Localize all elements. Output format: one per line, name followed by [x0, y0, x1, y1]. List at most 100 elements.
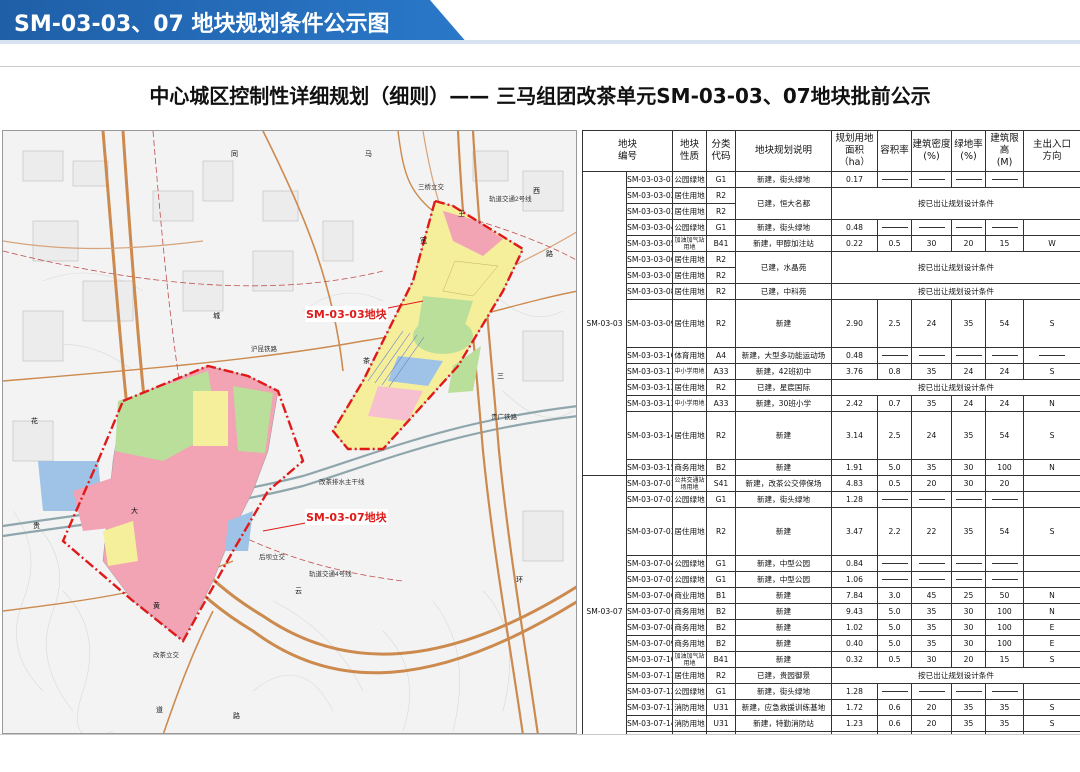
plot-desc-cell: 新建 [735, 635, 833, 652]
table-row: SM-03-03-08 居住用地 R2 已建，中科苑 按已出让规划设计条件 [583, 283, 1080, 300]
th-green: 绿地率 (%) [951, 130, 987, 172]
plot-density-cell: 20 [911, 475, 953, 492]
label-gaicha-ic: 改茶立交 [153, 652, 179, 659]
road-char: 宽 [420, 238, 427, 245]
plot-far-cell: 2.2 [877, 507, 913, 556]
plot-dir-cell [1023, 571, 1080, 588]
plot-far-cell: 5.0 [877, 619, 913, 636]
plot-desc-cell: 新建，街头绿地 [735, 491, 833, 508]
plot-density-cell [911, 571, 953, 588]
plot-desc-cell: 新建 [735, 603, 833, 620]
plot-green-cell: 20 [951, 235, 987, 252]
plot-dir-cell [1023, 171, 1080, 188]
plot-density-cell: 45 [911, 587, 953, 604]
plot-id-cell: SM-03-07-10 [625, 651, 674, 668]
road-char: 大 [131, 508, 138, 515]
dash-mark [991, 355, 1018, 356]
plot-id-cell: SM-03-07-01 [625, 475, 674, 492]
plot-prop-cell: 公园绿地 [672, 683, 708, 700]
plot-code-cell: R2 [706, 379, 737, 396]
dash-mark [955, 691, 982, 692]
plot-id-cell: SM-03-03-08 [625, 283, 674, 300]
plot-far-cell: 3.0 [877, 587, 913, 604]
header-separator [0, 66, 1080, 67]
plot-prop-cell: 商务用地 [672, 603, 708, 620]
plot-far-cell: 0.5 [877, 475, 913, 492]
table-row: SM-03-03-09 居住用地 R2 新建 2.90 2.5 24 35 54 S [583, 299, 1080, 348]
plot-dir-cell: N [1023, 587, 1080, 604]
plot-dir-cell [1023, 475, 1080, 492]
plot-far-cell [877, 683, 913, 700]
plot-prop-cell: 商业用地 [672, 587, 708, 604]
plot-green-cell [951, 683, 987, 700]
plot-code-cell: B2 [706, 635, 737, 652]
table-row: SM-03-03-15 商务用地 B2 新建 1.91 5.0 35 30 100 N [583, 459, 1080, 476]
plot-height-cell: 100 [985, 619, 1025, 636]
dash-mark [991, 563, 1018, 564]
table-row: SM-03-03 SM-03-03-01 公园绿地 G1 新建，街头绿地 0.17 [582, 171, 1080, 476]
plot-green-cell: 35 [951, 715, 987, 732]
plot-area-cell: 0.17 [831, 171, 879, 188]
map-canvas [3, 131, 576, 733]
plot-area-cell: 2.42 [831, 395, 879, 412]
plot-dir-cell [1023, 491, 1080, 508]
dash-mark [881, 579, 908, 580]
plot-code-cell: G1 [706, 491, 737, 508]
plot-desc-cell: 已建，贵园御景 [735, 667, 833, 684]
page-subtitle: 中心城区控制性详细规划（细则）—— 三马组团改茶单元SM-03-03、07地块批… [149, 84, 931, 108]
plot-code-cell: B41 [706, 651, 737, 668]
dash-mark [955, 579, 982, 580]
table-row: SM-03-07-07 商务用地 B2 新建 9.43 5.0 35 30 100 N [583, 603, 1080, 620]
plot-desc-cell: 新建 [735, 459, 833, 476]
label-gaichapaishui: 改茶排水主干线 [319, 479, 365, 486]
table-row: SM-03-07-12 公园绿地 G1 新建，街头绿地 1.28 [583, 683, 1080, 700]
label-block-07: SM-03-07地块 [305, 509, 388, 525]
table-row: SM-03-07-14 消防用地 U31 新建，特勤消防站 1.23 0.6 20 35 35 S [583, 715, 1080, 732]
label-houba: 后坝立交 [259, 554, 285, 561]
table-row: SM-03-03-02 居住用地 R2 已建，恒大名都 按已出让规划设计条件 [583, 187, 1080, 220]
plot-desc-cell: 新建 [735, 587, 833, 604]
plot-code-cell: S41 [706, 475, 737, 492]
plot-area-cell: 3.47 [831, 507, 879, 556]
plot-prop-cell: 居住用地 [672, 187, 708, 204]
plot-height-cell: 35 [985, 715, 1025, 732]
plot-density-cell: 35 [911, 363, 953, 380]
plot-density-cell [911, 555, 953, 572]
dash-mark [918, 179, 945, 180]
plot-height-cell: 54 [985, 299, 1025, 348]
plot-prop-cell: 加油加气站用地 [672, 651, 708, 668]
plot-area-cell: 0.32 [831, 651, 879, 668]
plot-green-cell: 20 [951, 651, 987, 668]
plot-id-cell: SM-03-03-01 [625, 171, 674, 188]
plot-code-cell: G1 [706, 171, 737, 188]
plot-density-cell: 20 [911, 699, 953, 716]
plot-area-cell: 7.84 [831, 587, 879, 604]
dash-mark [991, 227, 1018, 228]
plot-dir-cell: S [1023, 363, 1080, 380]
label-rail2: 轨道交通2号线 [489, 196, 532, 203]
plot-area-cell: 1.72 [831, 699, 879, 716]
plot-id-cell: SM-03-07-12 [625, 683, 674, 700]
plot-far-cell: 0.6 [877, 699, 913, 716]
plot-prop-cell: 居住用地 [672, 203, 708, 220]
plot-desc-cell: 已建，中科苑 [735, 283, 833, 300]
road-char: 黄 [153, 603, 160, 610]
plot-id-cell: SM-03-03-05 [625, 235, 674, 252]
label-rail4: 轨道交通4号线 [309, 571, 352, 578]
plot-height-cell: 100 [985, 459, 1025, 476]
plot-height-cell [985, 171, 1025, 188]
label-sanqiao: 三桥立交 [418, 184, 444, 191]
merged-condition-cell: 按已出让规划设计条件 [831, 379, 1080, 396]
plot-far-cell: 2.5 [877, 299, 913, 348]
footer-line [0, 734, 1080, 735]
plot-code-cell: G1 [706, 683, 737, 700]
planning-map[interactable]: SM-03-03地块 SM-03-07地块 三桥立交 轨道交通2号线 轨道交通4… [2, 130, 577, 734]
plot-density-cell: 22 [911, 507, 953, 556]
plot-height-cell: 50 [985, 587, 1025, 604]
plot-id-cell: SM-03-03-11 [625, 363, 674, 380]
plot-prop-cell: 居住用地 [672, 379, 708, 396]
plot-far-cell: 5.0 [877, 635, 913, 652]
plot-id-cell: SM-03-03-09 [625, 299, 674, 348]
plot-dir-cell: S [1023, 699, 1080, 716]
plot-green-cell: 30 [951, 603, 987, 620]
